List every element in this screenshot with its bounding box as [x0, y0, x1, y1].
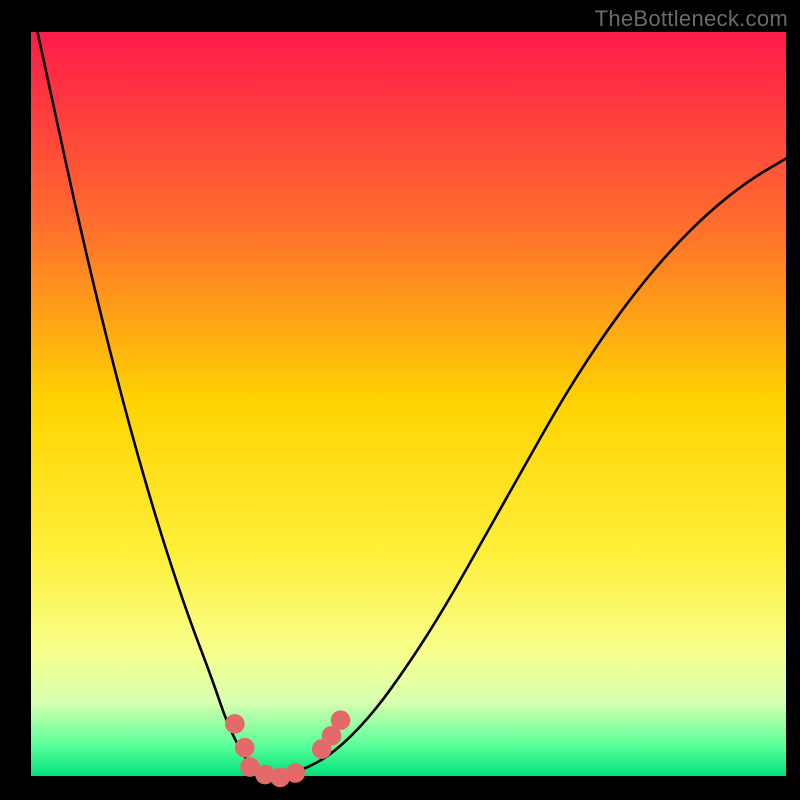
data-point	[331, 710, 351, 730]
watermark-text: TheBottleneck.com	[595, 6, 788, 32]
data-point	[225, 714, 245, 734]
bottleneck-chart	[0, 0, 800, 800]
chart-frame: TheBottleneck.com	[0, 0, 800, 800]
data-point	[285, 763, 305, 783]
data-point	[235, 738, 255, 758]
